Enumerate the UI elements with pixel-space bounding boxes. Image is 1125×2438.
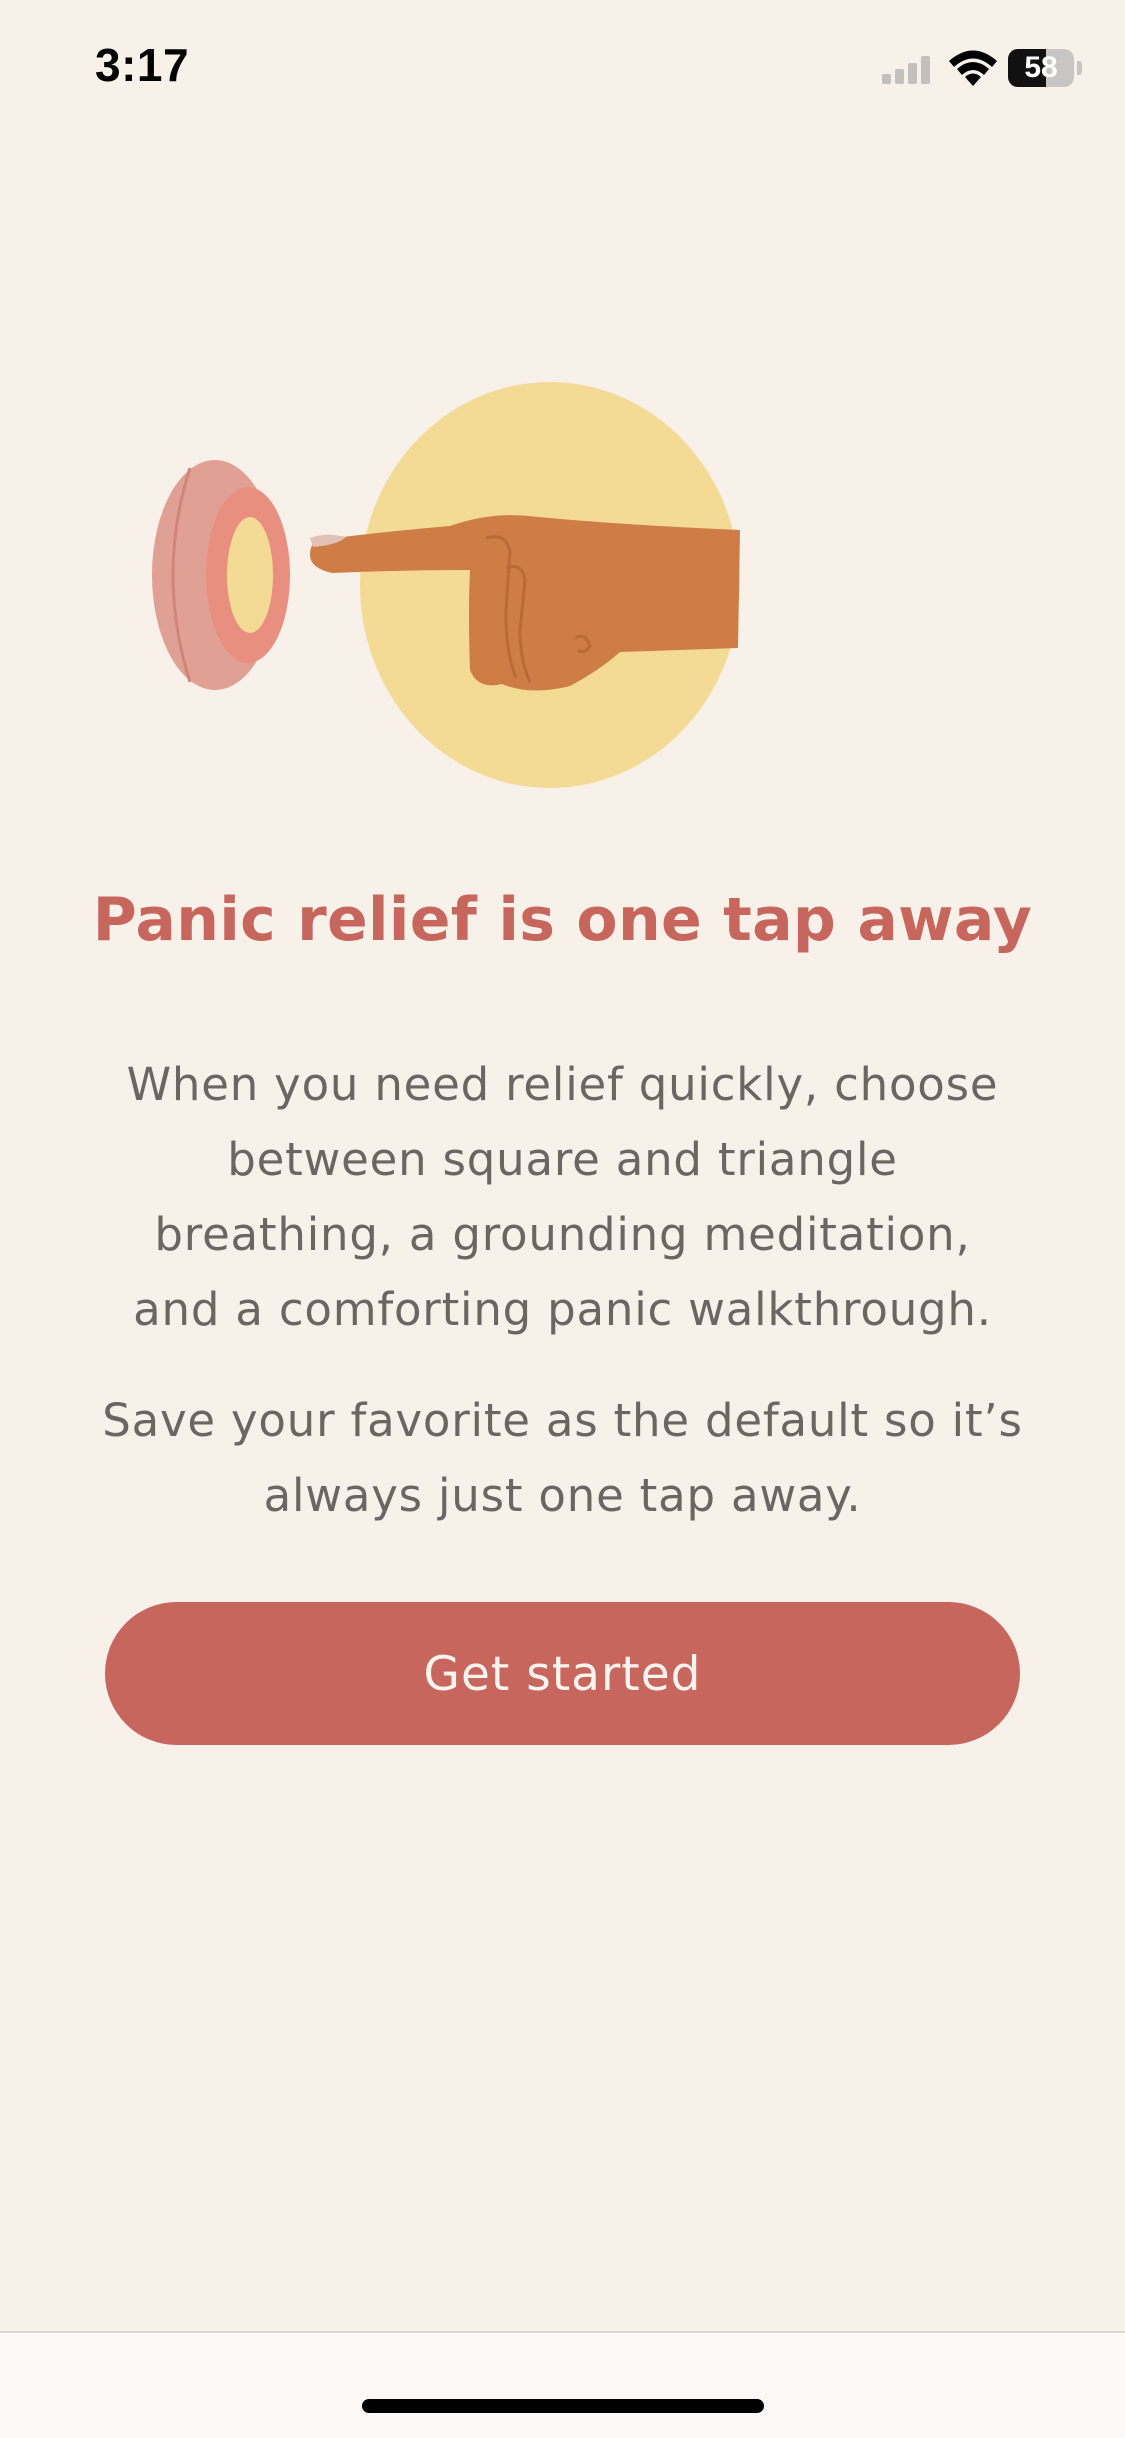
note-line: always just one tap away.: [263, 1469, 862, 1522]
page-title: Panic relief is one tap away: [92, 885, 1033, 955]
bottom-bar: [0, 2331, 1125, 2438]
finger-pressing-button-illustration: [152, 382, 740, 788]
description-line: between square and triangle: [227, 1133, 898, 1186]
wifi-icon: [949, 50, 997, 86]
note-paragraph: Save your favorite as the default so it’…: [90, 1383, 1035, 1533]
panic-button-graphic: [152, 460, 290, 690]
description-line: breathing, a grounding meditation,: [154, 1208, 971, 1261]
battery-body: 58: [1008, 49, 1074, 87]
battery-icon: 58: [1008, 49, 1082, 87]
signal-icon: [882, 56, 930, 84]
battery-nub: [1077, 61, 1082, 75]
note-line: Save your favorite as the default so it’…: [102, 1394, 1023, 1447]
status-time: 3:17: [95, 39, 190, 91]
description-paragraph: When you need relief quickly, choose bet…: [90, 1047, 1035, 1347]
description-line: and a comforting panic walkthrough.: [133, 1283, 992, 1336]
status-bar: 3:17 58: [0, 0, 1125, 140]
battery-level: 58: [1024, 51, 1058, 84]
home-indicator[interactable]: [362, 2399, 764, 2413]
get-started-button[interactable]: Get started: [105, 1602, 1020, 1745]
description-line: When you need relief quickly, choose: [126, 1058, 999, 1111]
